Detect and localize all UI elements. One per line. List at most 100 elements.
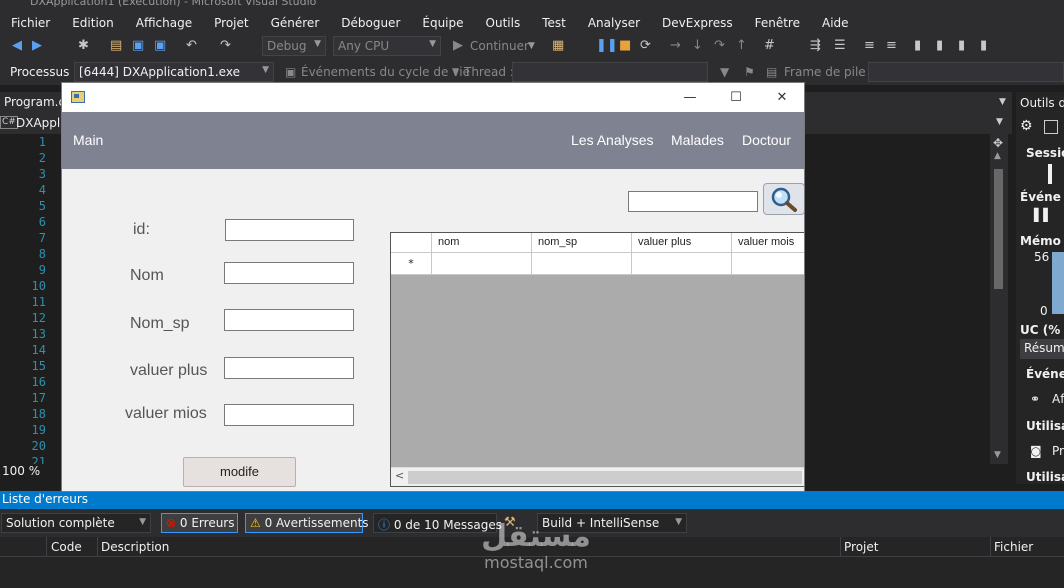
maximize-icon[interactable]: ☐ bbox=[714, 88, 758, 108]
step-out-icon[interactable]: ↑ bbox=[736, 39, 747, 53]
config-select[interactable]: Debug ▼ bbox=[262, 36, 326, 56]
platform-select[interactable]: Any CPU ▼ bbox=[333, 36, 441, 56]
scope-select[interactable]: Solution complète ▼ bbox=[1, 513, 151, 533]
scrollbar-thumb[interactable] bbox=[994, 169, 1003, 289]
column-file[interactable]: Fichier bbox=[994, 540, 1033, 554]
continue-icon[interactable]: ▶ bbox=[453, 39, 463, 53]
back-icon[interactable]: ◀ bbox=[12, 39, 22, 53]
id-input[interactable] bbox=[225, 219, 354, 241]
bookmark-prev-icon[interactable]: ▮ bbox=[936, 39, 943, 53]
gear-icon[interactable]: ⚙ bbox=[1020, 118, 1033, 134]
data-grid[interactable]: nom nom_sp valuer plus valuer mois * < bbox=[390, 232, 804, 487]
search-input[interactable] bbox=[628, 191, 758, 212]
grid-column-nom-sp[interactable]: nom_sp bbox=[532, 233, 632, 253]
split-icon[interactable]: ✥ bbox=[993, 136, 1003, 150]
app-title-bar[interactable]: — ☐ ✕ bbox=[62, 83, 804, 112]
nav-main[interactable]: Main bbox=[73, 132, 103, 148]
format-icon[interactable]: ☰ bbox=[834, 39, 846, 53]
menu-outils[interactable]: Outils bbox=[475, 16, 532, 30]
select-tools-icon[interactable] bbox=[1044, 120, 1058, 134]
scroll-up-icon[interactable]: ▲ bbox=[994, 151, 1001, 161]
grid-cell[interactable] bbox=[432, 253, 532, 275]
warnings-filter-button[interactable]: ⚠ 0 Avertissements bbox=[245, 513, 369, 533]
menu-equipe[interactable]: Équipe bbox=[411, 16, 474, 30]
column-project[interactable]: Projet bbox=[844, 540, 878, 554]
chevron-down-icon[interactable]: ▼ bbox=[528, 39, 535, 53]
menu-analyser[interactable]: Analyser bbox=[577, 16, 651, 30]
menu-affichage[interactable]: Affichage bbox=[125, 16, 203, 30]
modife-button[interactable]: modife bbox=[183, 457, 296, 487]
scroll-left-icon[interactable]: < bbox=[395, 469, 404, 482]
step-icon[interactable]: → bbox=[670, 39, 681, 53]
menu-fichier[interactable]: Fichier bbox=[0, 16, 61, 30]
nav-malades[interactable]: Malades bbox=[671, 132, 724, 148]
save-all-icon[interactable]: ▣ bbox=[154, 39, 166, 53]
scroll-down-icon[interactable]: ▼ bbox=[994, 450, 1001, 460]
grid-column-valuer-plus[interactable]: valuer plus bbox=[632, 233, 732, 253]
grid-cell[interactable] bbox=[532, 253, 632, 275]
close-icon[interactable]: ✕ bbox=[760, 88, 804, 108]
menu-fenetre[interactable]: Fenêtre bbox=[744, 16, 811, 30]
step-into-icon[interactable]: ↓ bbox=[692, 39, 703, 53]
pause-icon[interactable]: ❚❚ bbox=[596, 39, 618, 53]
restart-icon[interactable]: ⟳ bbox=[640, 39, 651, 53]
nom-input[interactable] bbox=[224, 262, 354, 284]
bookmark-clear-icon[interactable]: ▮ bbox=[980, 39, 987, 53]
thread-select[interactable] bbox=[512, 62, 708, 82]
forward-icon[interactable]: ▶ bbox=[32, 39, 42, 53]
tab-overflow-icon[interactable]: ▼ bbox=[999, 97, 1006, 107]
column-code[interactable]: Code bbox=[51, 540, 82, 554]
valuer-plus-input[interactable] bbox=[224, 357, 354, 379]
hex-icon[interactable]: # bbox=[764, 39, 775, 53]
grid-column-nom[interactable]: nom bbox=[432, 233, 532, 253]
new-project-icon[interactable]: ✱ bbox=[78, 39, 89, 53]
scrollbar-thumb[interactable] bbox=[408, 471, 802, 484]
nom-sp-input[interactable] bbox=[224, 309, 354, 331]
stack-frame-select[interactable] bbox=[868, 62, 1064, 82]
flag-icon[interactable]: ⚑ bbox=[744, 65, 755, 79]
menu-projet[interactable]: Projet bbox=[203, 16, 259, 30]
search-button[interactable] bbox=[763, 183, 804, 215]
nav-doctour[interactable]: Doctour bbox=[742, 132, 791, 148]
uncomment-icon[interactable]: ≡ bbox=[886, 39, 897, 53]
redo-icon[interactable]: ↷ bbox=[220, 39, 231, 53]
undo-icon[interactable]: ↶ bbox=[186, 39, 197, 53]
column-description[interactable]: Description bbox=[101, 540, 169, 554]
chevron-down-icon[interactable]: ▼ bbox=[996, 117, 1003, 127]
bookmark-icon[interactable]: ▮ bbox=[914, 39, 921, 53]
stop-icon[interactable]: ■ bbox=[619, 39, 631, 53]
bookmark-next-icon[interactable]: ▮ bbox=[958, 39, 965, 53]
errors-filter-button[interactable]: ⊗ 0 Erreurs bbox=[161, 513, 238, 533]
take-snapshot-link[interactable]: Pri bbox=[1052, 444, 1064, 458]
comment-icon[interactable]: ≡ bbox=[864, 39, 875, 53]
menu-devexpress[interactable]: DevExpress bbox=[651, 16, 744, 30]
open-folder-icon[interactable]: ▤ bbox=[110, 39, 122, 53]
grid-cell[interactable] bbox=[732, 253, 804, 275]
grid-cell[interactable] bbox=[632, 253, 732, 275]
minimize-icon[interactable]: — bbox=[668, 88, 712, 108]
menu-deboguer[interactable]: Déboguer bbox=[330, 16, 411, 30]
zoom-level[interactable]: 100 % bbox=[0, 464, 56, 482]
threads-icon[interactable]: ⇶ bbox=[810, 39, 821, 53]
editor-vertical-scrollbar[interactable]: ✥ ▲ ▼ bbox=[990, 134, 1008, 464]
menu-generer[interactable]: Générer bbox=[260, 16, 331, 30]
save-icon[interactable]: ▣ bbox=[132, 39, 144, 53]
continue-button[interactable]: Continuer bbox=[470, 39, 529, 53]
grid-new-row-marker[interactable]: * bbox=[391, 253, 432, 275]
filter-icon[interactable]: ▼ bbox=[720, 65, 729, 79]
valuer-mios-input[interactable] bbox=[224, 404, 354, 426]
grid-corner-header[interactable] bbox=[391, 233, 432, 253]
nav-les-analyses[interactable]: Les Analyses bbox=[571, 132, 654, 148]
tab-summary[interactable]: Résumé bbox=[1020, 339, 1064, 359]
step-over-icon[interactable]: ↷ bbox=[714, 39, 725, 53]
show-events-link[interactable]: Aff bbox=[1052, 392, 1064, 406]
menu-edition[interactable]: Edition bbox=[61, 16, 125, 30]
process-select[interactable]: [6444] DXApplication1.exe ▼ bbox=[74, 62, 274, 82]
grid-column-valuer-mois[interactable]: valuer mois bbox=[732, 233, 804, 253]
lifecycle-icon[interactable]: ▣ bbox=[285, 65, 296, 79]
grid-horizontal-scrollbar[interactable]: < bbox=[391, 467, 804, 486]
menu-test[interactable]: Test bbox=[531, 16, 577, 30]
debug-target-icon[interactable]: ▦ bbox=[552, 39, 564, 53]
lifecycle-events-label[interactable]: Événements du cycle de vie bbox=[301, 65, 470, 79]
menu-aide[interactable]: Aide bbox=[811, 16, 860, 30]
